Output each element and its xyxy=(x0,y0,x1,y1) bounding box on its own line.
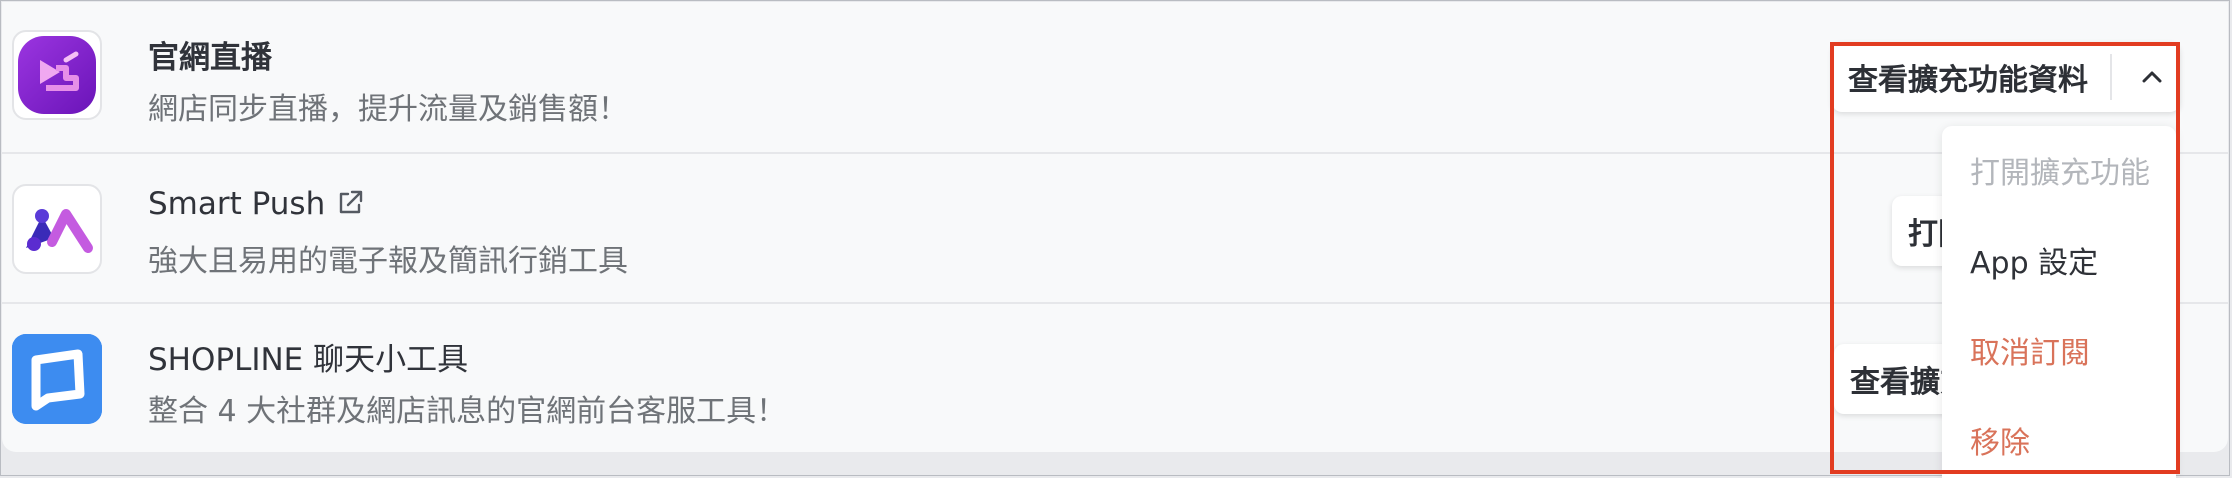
menu-item-app-settings[interactable]: App 設定 xyxy=(1970,238,2098,282)
menu-item-remove[interactable]: 移除 xyxy=(1970,418,2030,462)
app-title-text: Smart Push xyxy=(148,186,326,222)
app-title: 官網直播 xyxy=(148,40,272,76)
chat-tool-logo-icon xyxy=(12,334,102,424)
live-stream-logo-icon xyxy=(12,30,102,120)
app-description: 強大且易用的電子報及簡訊行銷工具 xyxy=(148,244,628,279)
view-extension-info-button-active[interactable]: 查看擴充功能資料 xyxy=(1832,42,2180,112)
external-link-icon[interactable] xyxy=(335,188,365,226)
menu-item-open-extension: 打開擴充功能 xyxy=(1970,156,2150,191)
app-title: SHOPLINE 聊天小工具 xyxy=(148,342,469,378)
chevron-up-icon[interactable] xyxy=(2132,56,2172,96)
app-title: Smart Push xyxy=(148,186,365,226)
extension-actions-dropdown: 打開擴充功能 App 設定 取消訂閱 移除 xyxy=(1942,126,2176,478)
menu-item-unsubscribe[interactable]: 取消訂閱 xyxy=(1970,328,2090,372)
button-divider xyxy=(2110,54,2112,100)
app-description: 網店同步直播，提升流量及銷售額！ xyxy=(148,92,628,127)
smart-push-logo-icon xyxy=(12,184,102,274)
view-extension-info-label: 查看擴充功能資料 xyxy=(1848,63,2088,98)
app-description: 整合 4 大社群及網店訊息的官網前台客服工具！ xyxy=(148,394,787,429)
